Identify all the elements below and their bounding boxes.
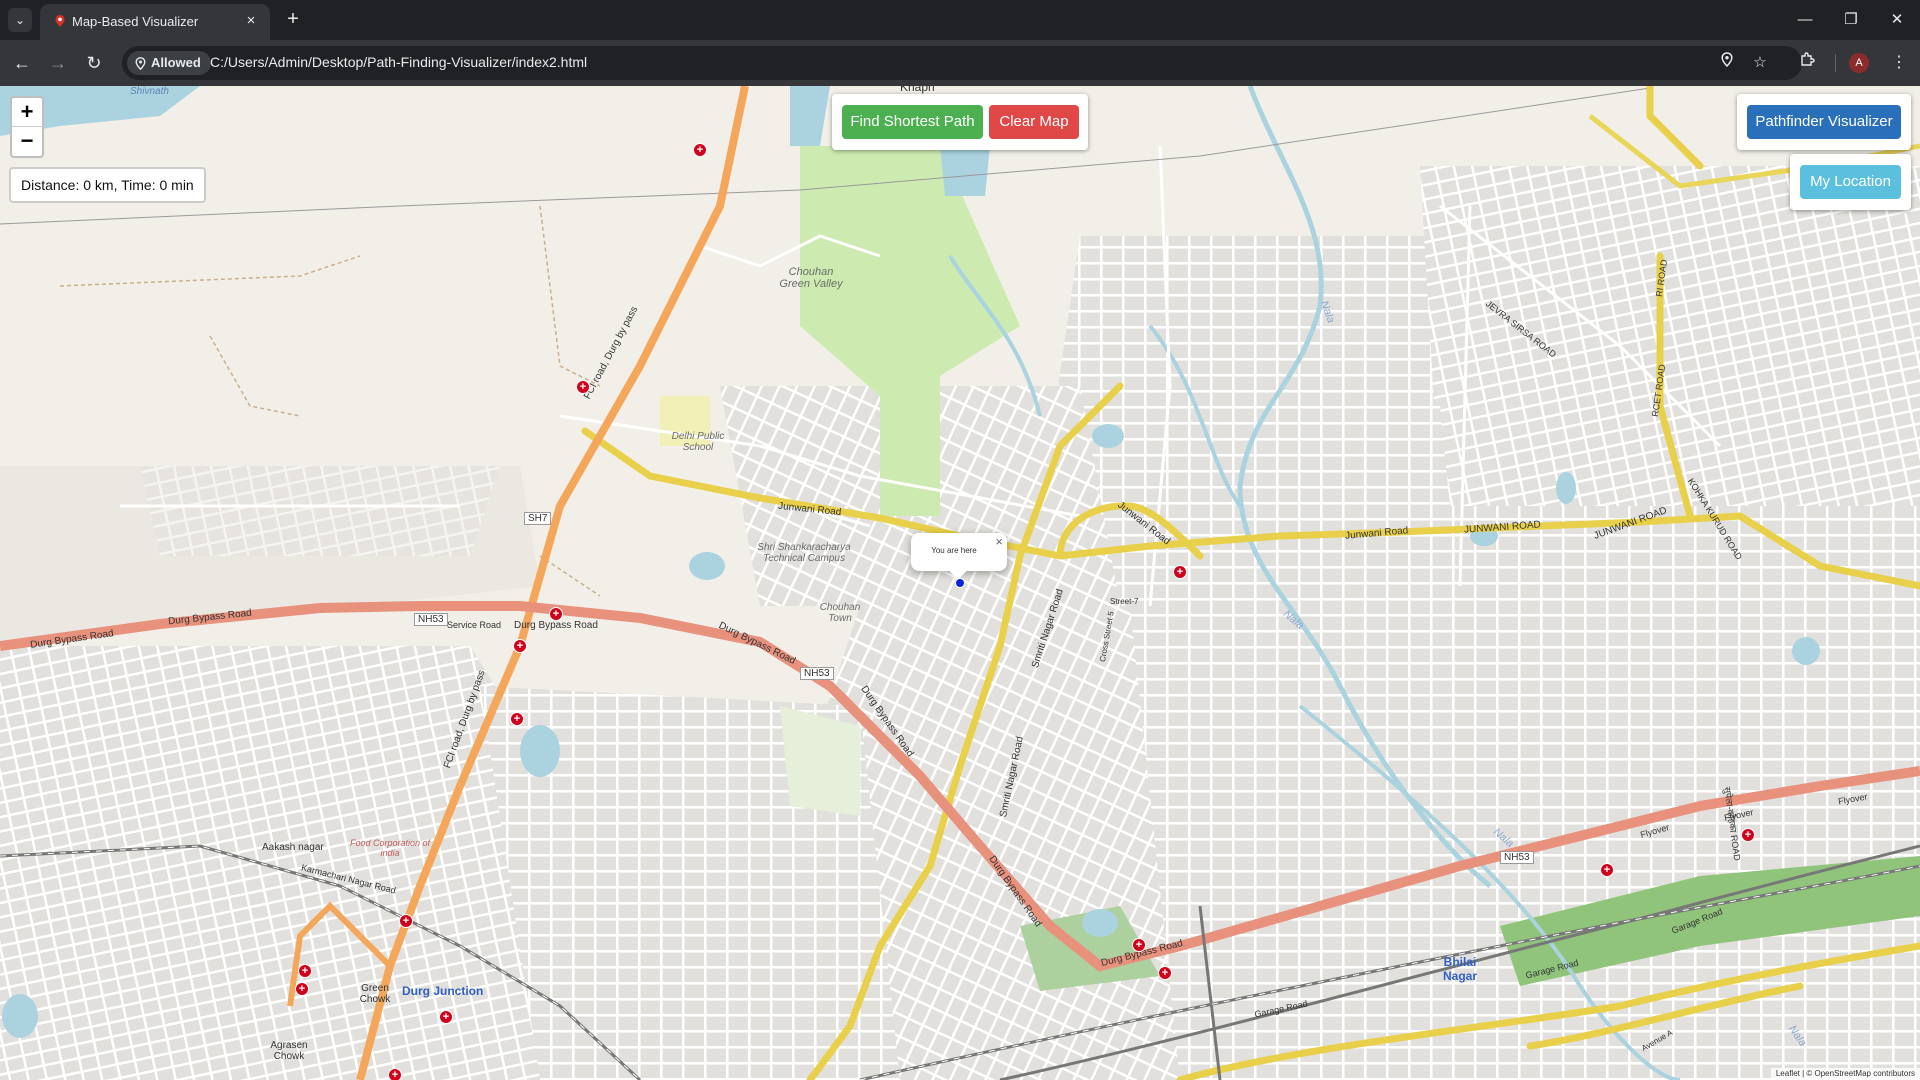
- label-chouhan-green-valley: Chouhan Green Valley: [779, 266, 843, 290]
- bookmark-star-icon[interactable]: ☆: [1748, 51, 1772, 75]
- hospital-icon: +: [295, 982, 309, 996]
- close-tab-icon[interactable]: ×: [242, 12, 260, 30]
- label-durg-junction: Durg Junction: [402, 984, 484, 998]
- tab-search-button[interactable]: ⌄: [8, 8, 32, 32]
- label-bhilai-nagar: Bhilai Nagar: [1442, 955, 1477, 983]
- zoom-in-button[interactable]: +: [12, 98, 42, 127]
- menu-kebab-icon[interactable]: ⋮: [1885, 49, 1913, 77]
- tab-title: Map-Based Visualizer: [72, 14, 199, 29]
- current-location-marker[interactable]: [955, 578, 965, 588]
- zoom-control: + −: [10, 96, 44, 158]
- active-tab[interactable]: Map-Based Visualizer ×: [40, 4, 270, 40]
- location-control: My Location: [1790, 154, 1911, 210]
- label-street-7: Street-7: [1110, 597, 1139, 606]
- hospital-icon: +: [1173, 565, 1187, 579]
- map-attribution[interactable]: Leaflet | © OpenStreetMap contributors: [1770, 1068, 1920, 1080]
- tab-bar: ⌄ Map-Based Visualizer × + — ❐ ✕: [0, 0, 1920, 40]
- reload-icon[interactable]: ↻: [80, 49, 108, 77]
- back-icon[interactable]: ←: [8, 49, 36, 77]
- hospital-icon: +: [513, 639, 527, 653]
- label-delhi-public-school: Delhi Public School: [671, 431, 725, 453]
- hospital-icon: +: [439, 1010, 453, 1024]
- label-green-chowk: Green Chowk: [359, 983, 391, 1005]
- favicon-icon: [55, 15, 65, 27]
- label-agrasen-chowk: Agrasen Chowk: [270, 1040, 308, 1062]
- browser-toolbar: ← → ↻ Allowed C:/Users/Admin/Desktop/Pat…: [0, 40, 1920, 86]
- minimize-icon[interactable]: —: [1782, 4, 1828, 36]
- hospital-icon: +: [510, 712, 524, 726]
- label-shivnath: Shivnath: [130, 86, 169, 97]
- action-controls: Find Shortest Path Clear Map: [832, 94, 1088, 150]
- extensions-icon[interactable]: [1793, 49, 1821, 77]
- location-pin-icon: [135, 56, 146, 70]
- restore-icon[interactable]: ❐: [1828, 4, 1874, 36]
- site-permission-label: Allowed: [151, 55, 201, 70]
- location-permission-icon[interactable]: [1715, 51, 1739, 75]
- shield-nh53-2: NH53: [800, 667, 834, 680]
- label-food-corp: Food Corporation of india: [349, 838, 431, 858]
- hospital-icon: +: [1600, 863, 1614, 877]
- close-window-icon[interactable]: ✕: [1874, 4, 1920, 36]
- shield-sh7: SH7: [524, 512, 552, 525]
- label-durg-bypass-3: Durg Bypass Road: [514, 620, 598, 631]
- zoom-out-button[interactable]: −: [12, 127, 42, 156]
- shield-nh53-1: NH53: [414, 613, 448, 626]
- hospital-icon: +: [1132, 938, 1146, 952]
- label-service-road: Service Road: [447, 620, 502, 630]
- label-shri-shankaracharya: Shri Shankaracharya Technical Campus: [757, 542, 851, 564]
- popup-text: You are here: [931, 546, 977, 555]
- label-aakash-nagar: Aakash nagar: [262, 842, 324, 853]
- hospital-icon: +: [576, 380, 590, 394]
- shield-nh53-3: NH53: [1500, 851, 1534, 864]
- label-chouhan-town: Chouhan Town: [819, 602, 861, 624]
- map-viewport[interactable]: Shivnath Khapri Chouhan Green Valley Del…: [0, 86, 1920, 1080]
- find-shortest-path-button[interactable]: Find Shortest Path: [842, 105, 983, 139]
- url-text: C:/Users/Admin/Desktop/Path-Finding-Visu…: [210, 54, 588, 70]
- hospital-icon: +: [549, 607, 563, 621]
- distance-time-info: Distance: 0 km, Time: 0 min: [9, 167, 206, 203]
- clear-map-button[interactable]: Clear Map: [989, 105, 1079, 139]
- hospital-icon: +: [1158, 966, 1172, 980]
- hospital-icon: +: [399, 914, 413, 928]
- location-popup: You are here ×: [911, 533, 1007, 580]
- profile-avatar[interactable]: A: [1849, 53, 1869, 73]
- address-bar[interactable]: Allowed C:/Users/Admin/Desktop/Path-Find…: [122, 46, 1802, 80]
- forward-icon[interactable]: →: [44, 49, 72, 77]
- new-tab-icon[interactable]: +: [281, 8, 305, 32]
- hospital-icon: +: [298, 964, 312, 978]
- toolbar-divider: [1835, 54, 1836, 72]
- popup-close-icon[interactable]: ×: [995, 534, 1003, 549]
- label-khapri: Khapri: [900, 86, 935, 94]
- brand-control: Pathfinder Visualizer: [1737, 94, 1911, 150]
- hospital-icon: +: [693, 143, 707, 157]
- my-location-button[interactable]: My Location: [1800, 165, 1901, 199]
- hospital-icon: +: [1741, 828, 1755, 842]
- site-info-button[interactable]: Allowed: [127, 51, 211, 75]
- hospital-icon: +: [388, 1068, 402, 1080]
- pathfinder-visualizer-button[interactable]: Pathfinder Visualizer: [1747, 105, 1901, 139]
